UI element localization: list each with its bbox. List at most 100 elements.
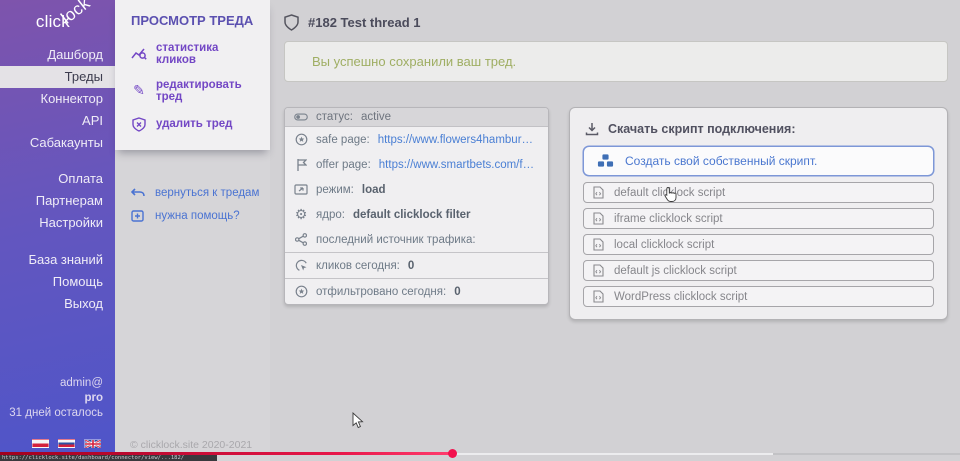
shield-icon xyxy=(284,14,299,31)
status-header: статус: active xyxy=(285,108,548,127)
thread-status-card: статус: active safe page: https://www.fl… xyxy=(284,107,549,305)
sidebar-item-help[interactable]: Помощь xyxy=(0,271,115,293)
seal-star-icon xyxy=(294,285,308,298)
submenu-title: ПРОСМОТР ТРЕДА xyxy=(131,13,260,28)
mode-row: режим: load xyxy=(285,177,548,202)
sidebar-item-settings[interactable]: Настройки xyxy=(0,212,115,234)
sidebar-item-partners[interactable]: Партнерам xyxy=(0,190,115,212)
code-file-icon xyxy=(593,264,604,277)
scripts-panel-title: Скачать скрипт подключения: xyxy=(585,122,934,136)
shield-x-icon xyxy=(131,116,147,132)
clicks-today-row: кликов сегодня: 0 xyxy=(285,252,548,278)
script-button-label: iframe clicklock script xyxy=(614,213,723,225)
filtered-today-label: отфильтровано сегодня: xyxy=(316,286,446,298)
undo-icon xyxy=(131,186,146,199)
sidebar-item-dashboard[interactable]: Дашборд xyxy=(0,44,115,66)
flag-icon xyxy=(294,158,308,172)
success-alert: Вы успешно сохранили ваш тред. xyxy=(284,41,948,82)
video-progress-remaining[interactable] xyxy=(773,453,960,455)
submenu-card: ПРОСМОТР ТРЕДА статистика кликов ✎ редак… xyxy=(115,0,270,150)
status-value: active xyxy=(361,111,391,123)
submenu-item-label: статистика кликов xyxy=(156,42,260,66)
submenu-item-click-stats[interactable]: статистика кликов xyxy=(131,42,260,66)
video-progress-played[interactable] xyxy=(0,452,453,455)
sidebar-item-threads[interactable]: Треды xyxy=(0,66,115,88)
sidebar-item-knowledge-base[interactable]: База знаний xyxy=(0,249,115,271)
app-screen: clicklock Дашборд Треды Коннектор API Са… xyxy=(0,0,960,461)
account-email: admin@ xyxy=(9,376,103,391)
sidebar: clicklock Дашборд Треды Коннектор API Са… xyxy=(0,0,115,461)
filtered-today-value: 0 xyxy=(454,286,460,298)
box-arrow-icon xyxy=(294,184,308,196)
code-file-icon xyxy=(593,238,604,251)
code-file-icon xyxy=(593,186,604,199)
submenu-panel: ПРОСМОТР ТРЕДА статистика кликов ✎ редак… xyxy=(115,0,270,461)
submenu-links: вернуться к тредам нужна помощь? xyxy=(115,150,270,222)
script-button-local[interactable]: local clicklock script xyxy=(583,234,934,255)
account-info: admin@ pro 31 дней осталось xyxy=(9,376,103,421)
scripts-panel-title-text: Скачать скрипт подключения: xyxy=(608,122,796,136)
script-button-label: local clicklock script xyxy=(614,239,714,251)
video-progress-handle[interactable] xyxy=(448,449,457,458)
content-row: статус: active safe page: https://www.fl… xyxy=(284,107,948,320)
flag-russia-icon[interactable] xyxy=(58,439,75,448)
create-own-script-label: Создать свой собственный скрипт. xyxy=(625,154,817,168)
last-traffic-source-row: последний источник трафика: xyxy=(285,227,548,252)
submenu-item-label: удалить тред xyxy=(156,118,232,130)
status-label: статус: xyxy=(316,111,353,123)
submenu-item-label: редактировать тред xyxy=(156,79,260,103)
create-own-script-button[interactable]: Создать свой собственный скрипт. xyxy=(583,146,934,176)
script-button-default-js[interactable]: default js clicklock script xyxy=(583,260,934,281)
language-switcher xyxy=(32,439,101,448)
page-title: #182 Test thread 1 xyxy=(284,12,948,32)
core-label: ядро: xyxy=(316,209,345,221)
filtered-today-row: отфильтровано сегодня: 0 xyxy=(285,278,548,304)
sidebar-item-api[interactable]: API xyxy=(0,110,115,132)
main-content: #182 Test thread 1 Вы успешно сохранили … xyxy=(270,0,960,461)
seal-star-icon xyxy=(294,133,308,146)
script-button-wordpress[interactable]: WordPress clicklock script xyxy=(583,286,934,307)
sidebar-item-subaccounts[interactable]: Сабакаунты xyxy=(0,132,115,154)
code-file-icon xyxy=(593,212,604,225)
need-help-link[interactable]: нужна помощь? xyxy=(131,209,260,222)
toggle-icon xyxy=(294,113,308,121)
last-traffic-source-label: последний источник трафика: xyxy=(316,234,476,246)
clicks-today-label: кликов сегодня: xyxy=(316,260,400,272)
sidebar-nav: Дашборд Треды Коннектор API Сабакаунты О… xyxy=(0,44,115,315)
submenu-item-edit-thread[interactable]: ✎ редактировать тред xyxy=(131,79,260,103)
script-button-iframe[interactable]: iframe clicklock script xyxy=(583,208,934,229)
offer-page-row: offer page: https://www.smartbets.com/fo… xyxy=(285,152,548,177)
account-days-left: 31 дней осталось xyxy=(9,406,103,421)
account-plan: pro xyxy=(9,391,103,406)
sidebar-item-logout[interactable]: Выход xyxy=(0,293,115,315)
help-icon xyxy=(131,209,146,222)
pencil-icon: ✎ xyxy=(131,83,147,99)
copyright: © clicklock.site 2020-2021 xyxy=(130,439,252,451)
submenu-link-label: вернуться к тредам xyxy=(155,187,259,199)
logo[interactable]: clicklock xyxy=(0,0,115,42)
clicks-today-value: 0 xyxy=(408,260,414,272)
download-icon xyxy=(585,122,599,136)
download-scripts-panel: Скачать скрипт подключения: Создать свой… xyxy=(569,107,948,320)
share-icon xyxy=(294,233,308,246)
sidebar-item-payment[interactable]: Оплата xyxy=(0,168,115,190)
script-button-label: default clicklock script xyxy=(614,187,725,199)
safe-page-link[interactable]: https://www.flowers4hamburg.com/ xyxy=(378,134,539,146)
sidebar-item-connector[interactable]: Коннектор xyxy=(0,88,115,110)
mode-label: режим: xyxy=(316,184,354,196)
safe-page-label: safe page: xyxy=(316,134,370,146)
flag-poland-icon[interactable] xyxy=(32,439,49,448)
gear-icon: ⚙ xyxy=(294,207,308,223)
flag-uk-icon[interactable] xyxy=(84,439,101,448)
offer-page-link[interactable]: https://www.smartbets.com/football/tea..… xyxy=(379,159,539,171)
video-progress-buffered[interactable] xyxy=(453,453,773,455)
submenu-item-delete-thread[interactable]: удалить тред xyxy=(131,116,260,132)
click-icon xyxy=(294,259,308,272)
stats-icon xyxy=(131,46,147,62)
script-button-default[interactable]: default clicklock script xyxy=(583,182,934,203)
code-file-icon xyxy=(593,290,604,303)
status-bar-url: https://clicklock.site/dashboard/connect… xyxy=(0,455,217,461)
back-to-threads-link[interactable]: вернуться к тредам xyxy=(131,186,260,199)
core-value: default clicklock filter xyxy=(353,209,471,221)
core-row: ⚙ ядро: default clicklock filter xyxy=(285,202,548,227)
